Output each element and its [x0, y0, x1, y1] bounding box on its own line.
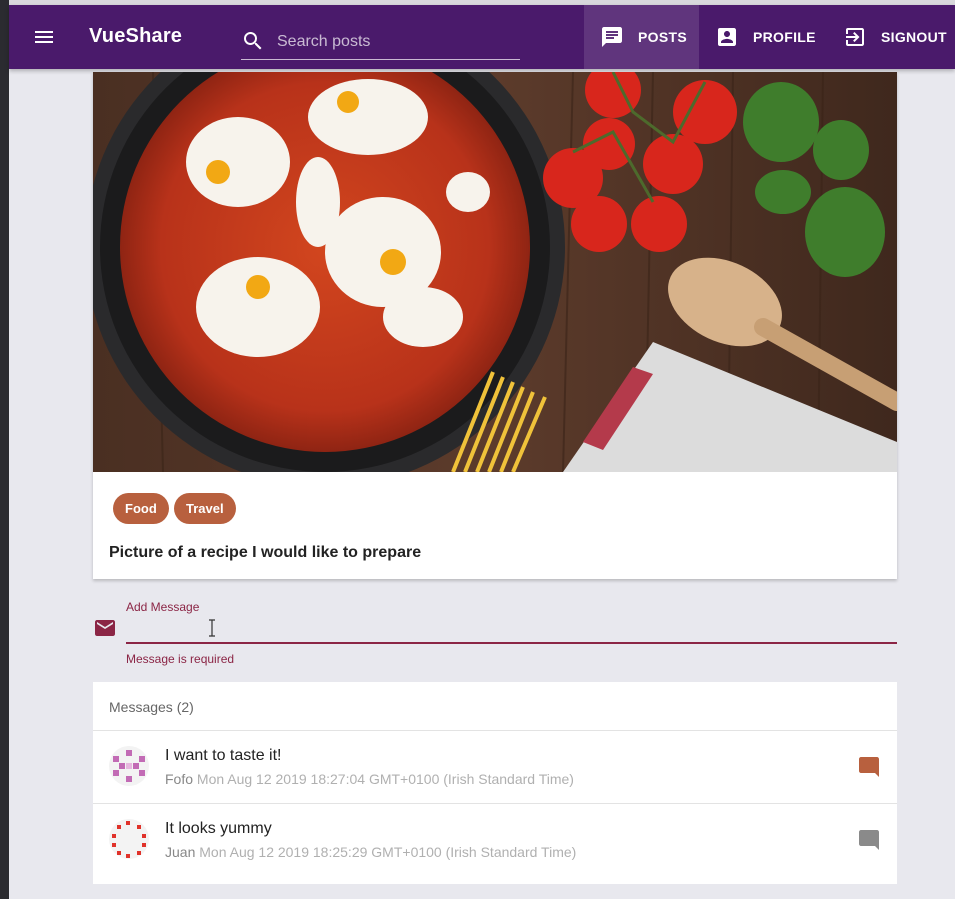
- search-icon: [241, 29, 265, 53]
- message-field-label: Add Message: [126, 600, 200, 614]
- app-title[interactable]: VueShare: [89, 25, 182, 48]
- post-image[interactable]: [93, 72, 897, 472]
- nav-posts-label: POSTS: [638, 29, 687, 45]
- nav-posts-button[interactable]: POSTS: [584, 5, 699, 69]
- message-author: Juan: [165, 844, 196, 860]
- message-error: Message is required: [126, 652, 235, 666]
- tag-chip-food[interactable]: Food: [113, 493, 169, 524]
- message-date: Mon Aug 12 2019 18:27:04 GMT+0100 (Irish…: [196, 771, 574, 787]
- post-card: Food Travel Picture of a recipe I would …: [93, 72, 897, 579]
- tag-chip-travel[interactable]: Travel: [174, 493, 236, 524]
- comment-icon[interactable]: [857, 828, 881, 852]
- list-item[interactable]: I want to taste it! Fofo Mon Aug 12 2019…: [93, 730, 897, 802]
- message-text: I want to taste it!: [165, 747, 282, 764]
- menu-icon[interactable]: [31, 25, 57, 49]
- comment-icon[interactable]: [857, 755, 881, 779]
- nav-profile-label: PROFILE: [753, 29, 816, 45]
- messages-list: Messages (2) I want to taste it! Fofo Mo…: [93, 682, 897, 884]
- search-field: [241, 23, 520, 60]
- app-toolbar: VueShare POSTS PROFILE SIGNOUT: [9, 5, 955, 69]
- messages-header: Messages (2): [109, 699, 194, 715]
- list-item[interactable]: It looks yummy Juan Mon Aug 12 2019 18:2…: [93, 803, 897, 875]
- background-editor-strip: [0, 0, 9, 899]
- message-input[interactable]: [126, 618, 897, 644]
- nav-signout-button[interactable]: SIGNOUT: [827, 5, 955, 69]
- message-date: Mon Aug 12 2019 18:25:29 GMT+0100 (Irish…: [199, 844, 577, 860]
- avatar[interactable]: [109, 819, 149, 859]
- nav-profile-button[interactable]: PROFILE: [699, 5, 819, 69]
- message-author: Fofo: [165, 771, 194, 787]
- account-box-icon: [715, 25, 739, 49]
- text-cursor-icon: [206, 619, 218, 637]
- message-meta: Fofo Mon Aug 12 2019 18:27:04 GMT+0100 (…: [165, 771, 574, 787]
- message-meta: Juan Mon Aug 12 2019 18:25:29 GMT+0100 (…: [165, 844, 576, 860]
- avatar[interactable]: [109, 746, 149, 786]
- search-input[interactable]: [275, 29, 519, 55]
- mail-icon: [93, 616, 117, 640]
- post-caption: Picture of a recipe I would like to prep…: [109, 544, 422, 561]
- exit-icon: [843, 25, 867, 49]
- chat-icon: [600, 25, 624, 49]
- nav-signout-label: SIGNOUT: [881, 29, 947, 45]
- message-text: It looks yummy: [165, 820, 272, 837]
